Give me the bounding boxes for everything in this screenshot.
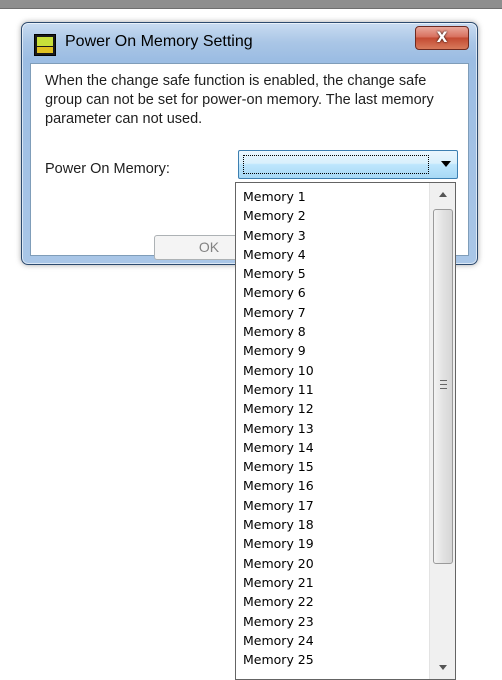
vertical-scrollbar[interactable] <box>429 183 455 679</box>
list-item[interactable]: Memory 12 <box>236 399 428 418</box>
scroll-up-arrow-icon[interactable] <box>430 183 455 207</box>
list-item[interactable]: Memory 22 <box>236 592 428 611</box>
background-strip <box>0 0 502 9</box>
list-item[interactable]: Memory 8 <box>236 322 428 341</box>
list-item[interactable]: Memory 24 <box>236 631 428 650</box>
window-title: Power On Memory Setting <box>65 33 253 50</box>
list-item[interactable]: Memory 2 <box>236 206 428 225</box>
list-item[interactable]: Memory 11 <box>236 380 428 399</box>
list-item[interactable]: Memory 20 <box>236 554 428 573</box>
scrollbar-thumb[interactable] <box>433 209 453 564</box>
list-item[interactable]: Memory 13 <box>236 419 428 438</box>
memory-options: Memory 1 Memory 2 Memory 3 Memory 4 Memo… <box>236 187 428 669</box>
grip-icon <box>440 380 447 389</box>
app-icon <box>34 34 56 56</box>
power-on-memory-combobox[interactable] <box>238 150 458 179</box>
list-item[interactable]: Memory 16 <box>236 476 428 495</box>
list-item[interactable]: Memory 10 <box>236 361 428 380</box>
scroll-down-arrow-icon[interactable] <box>430 655 455 679</box>
close-button[interactable]: X <box>415 26 469 50</box>
list-item[interactable]: Memory 15 <box>236 457 428 476</box>
list-item[interactable]: Memory 23 <box>236 612 428 631</box>
list-item[interactable]: Memory 17 <box>236 496 428 515</box>
list-item[interactable]: Memory 25 <box>236 650 428 669</box>
list-item[interactable]: Memory 7 <box>236 303 428 322</box>
list-item[interactable]: Memory 9 <box>236 341 428 360</box>
combo-focus-rect <box>243 155 429 174</box>
list-item[interactable]: Memory 5 <box>236 264 428 283</box>
list-item[interactable]: Memory 19 <box>236 534 428 553</box>
chevron-down-icon[interactable] <box>441 161 451 167</box>
list-item[interactable]: Memory 14 <box>236 438 428 457</box>
power-on-memory-label: Power On Memory: <box>45 161 170 177</box>
list-item[interactable]: Memory 1 <box>236 187 428 206</box>
list-item[interactable]: Memory 21 <box>236 573 428 592</box>
memory-dropdown-list[interactable]: Memory 1 Memory 2 Memory 3 Memory 4 Memo… <box>235 182 456 680</box>
list-item[interactable]: Memory 3 <box>236 226 428 245</box>
info-message: When the change safe function is enabled… <box>45 73 434 127</box>
list-item[interactable]: Memory 4 <box>236 245 428 264</box>
list-item[interactable]: Memory 18 <box>236 515 428 534</box>
list-item[interactable]: Memory 6 <box>236 283 428 302</box>
